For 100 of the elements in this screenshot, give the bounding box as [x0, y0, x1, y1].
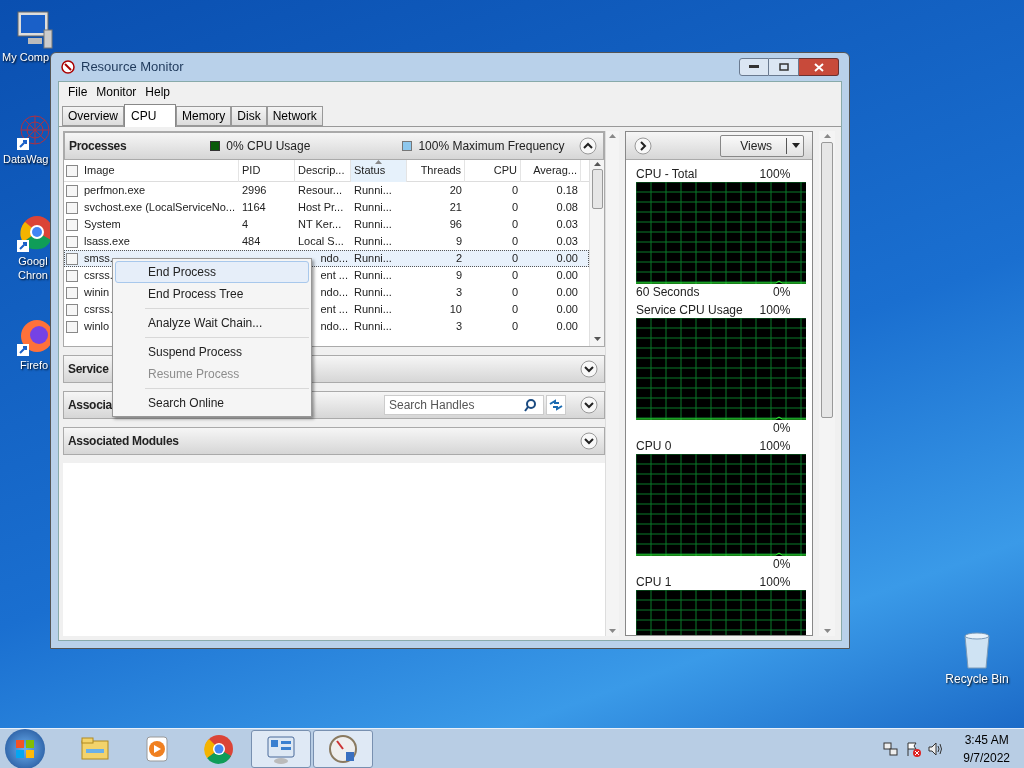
- scroll-up-icon: [609, 134, 616, 138]
- table-cell-text: 10: [449, 302, 462, 318]
- table-cell-text: 0.00: [556, 319, 578, 335]
- maximize-icon: [778, 63, 789, 71]
- tab[interactable]: Overview: [62, 106, 124, 126]
- column-header[interactable]: Status: [351, 160, 407, 182]
- table-cell-text: 0: [511, 217, 518, 233]
- start-button[interactable]: [5, 728, 45, 768]
- refresh-button[interactable]: [546, 395, 566, 415]
- table-cell-text: 484: [242, 234, 261, 250]
- context-menu-item[interactable]: Search Online: [115, 392, 309, 414]
- window-title: Resource Monitor: [81, 58, 184, 77]
- table-cell-text: Resour...: [298, 183, 343, 199]
- expand-icon: [580, 360, 598, 378]
- checkbox[interactable]: [66, 286, 78, 299]
- context-menu-item[interactable]: Analyze Wait Chain...: [115, 312, 309, 334]
- table-cell-text: 0.03: [556, 217, 578, 233]
- table-cell-text: 9: [455, 268, 462, 284]
- graph-max-label: 100%: [759, 166, 791, 183]
- table-cell-text: 0: [511, 285, 518, 301]
- desktop-icon-label[interactable]: Firefo: [20, 358, 49, 372]
- section-title: Associa: [68, 397, 112, 414]
- search-input[interactable]: Search Handles: [385, 396, 523, 414]
- desktop-icon-label[interactable]: DataWag: [3, 152, 49, 166]
- refresh-icon: [549, 398, 563, 412]
- expand-icon: [580, 396, 598, 414]
- checkbox[interactable]: [66, 184, 78, 197]
- table-cell-text: 0: [511, 319, 518, 335]
- table-cell-text: 2996: [242, 183, 267, 199]
- checkbox[interactable]: [66, 235, 78, 248]
- gauge-icon: [327, 732, 359, 765]
- table-cell-text: Runni...: [354, 200, 392, 216]
- scroll-up-icon: [593, 162, 601, 166]
- menu-item[interactable]: Help: [142, 82, 174, 101]
- table-cell-text: 0: [511, 183, 518, 199]
- table-cell-text: 0.00: [556, 285, 578, 301]
- desktop-icon-label[interactable]: Recycle Bin: [945, 670, 1009, 688]
- tab[interactable]: CPU: [124, 104, 176, 127]
- checkbox[interactable]: [66, 201, 78, 214]
- checkbox[interactable]: [66, 303, 78, 316]
- table-cell-text: 3: [455, 319, 462, 335]
- checkbox[interactable]: [66, 252, 78, 265]
- table-cell-text: 0: [511, 302, 518, 318]
- tab[interactable]: Memory: [176, 106, 232, 126]
- table-cell-text: csrss.: [84, 302, 113, 318]
- scroll-thumb[interactable]: [821, 142, 834, 418]
- scrollbar[interactable]: [605, 131, 619, 636]
- context-menu-item[interactable]: End Process: [115, 261, 309, 283]
- table-cell-text: 96: [449, 217, 462, 233]
- tab[interactable]: Disk: [231, 106, 267, 126]
- table-cell-text: winin: [84, 285, 110, 301]
- column-header[interactable]: CPU: [465, 160, 521, 182]
- table-cell-text: csrss.: [84, 268, 113, 284]
- scroll-thumb[interactable]: [591, 169, 603, 209]
- menu-item[interactable]: Monitor: [93, 82, 140, 101]
- collapse-icon: [579, 137, 597, 155]
- graph-title: CPU 1: [636, 574, 672, 591]
- table-cell-text: 0.00: [556, 268, 578, 284]
- flag-icon: [905, 740, 922, 757]
- column-header[interactable]: Threads: [407, 160, 465, 182]
- search-field[interactable]: Search Handles: [384, 395, 544, 415]
- taskbar-app[interactable]: [251, 729, 311, 768]
- minimize-button[interactable]: [739, 58, 769, 76]
- clock-time: 3:45 AM: [964, 731, 1009, 749]
- section-header[interactable]: Associated Modules: [63, 427, 605, 455]
- scrollbar[interactable]: [819, 131, 835, 636]
- checkbox[interactable]: [66, 269, 78, 282]
- close-icon: [813, 62, 824, 72]
- tab[interactable]: Network: [266, 106, 323, 126]
- scrollbar[interactable]: [589, 160, 604, 346]
- checkbox[interactable]: [66, 320, 78, 333]
- column-header[interactable]: Averag...: [521, 160, 581, 182]
- close-button[interactable]: [799, 58, 839, 76]
- table-cell-text: 21: [449, 200, 462, 216]
- checkbox[interactable]: [66, 218, 78, 231]
- table-cell-text: perfmon.exe: [84, 183, 146, 199]
- graph-max-label: 100%: [759, 438, 791, 455]
- column-header[interactable]: Image: [81, 160, 239, 182]
- table-cell-text: 0.00: [556, 302, 578, 318]
- checkbox[interactable]: [66, 164, 78, 177]
- section-header[interactable]: Processes 0% CPU Usage 100% Maximum Frequency: [64, 132, 604, 160]
- desktop-icon-label[interactable]: My Comp: [2, 50, 50, 64]
- table-cell-text: 1164: [242, 200, 266, 216]
- desktop-icon-label[interactable]: Googl Chron: [18, 254, 48, 282]
- taskbar-app[interactable]: [313, 729, 373, 768]
- scroll-up-icon: [823, 134, 831, 138]
- menu-item[interactable]: File: [65, 82, 91, 101]
- table-cell-text: ent ...: [320, 302, 348, 318]
- maximize-button[interactable]: [769, 58, 799, 76]
- table-cell-text: Local S...: [298, 234, 344, 250]
- cpu-usage-label: 0% CPU Usage: [226, 138, 311, 155]
- clock-date: 9/7/2022: [963, 749, 1010, 767]
- views-button[interactable]: Views: [720, 134, 805, 157]
- column-header[interactable]: PID: [239, 160, 295, 182]
- graph-max-label: 100%: [759, 574, 791, 591]
- table-cell-text: 0.08: [556, 200, 578, 216]
- context-menu-item[interactable]: End Process Tree: [115, 283, 309, 305]
- scroll-down-icon: [593, 337, 601, 341]
- expand-pane-button[interactable]: [634, 136, 652, 155]
- table-cell-text: 0: [511, 200, 518, 216]
